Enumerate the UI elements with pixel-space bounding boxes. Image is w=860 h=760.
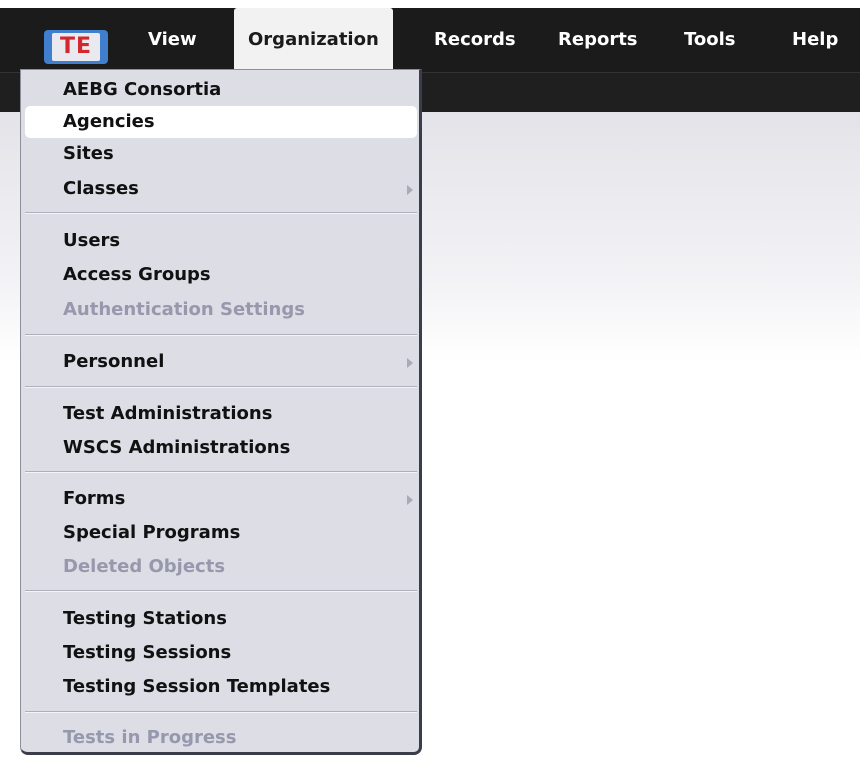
menu-records[interactable]: Records	[434, 8, 516, 72]
menu-help[interactable]: Help	[792, 8, 838, 72]
menu-item-special-programs[interactable]: Special Programs	[25, 517, 417, 549]
menu-item-aebg-consortia[interactable]: AEBG Consortia	[25, 74, 417, 106]
menu-item-test-administrations[interactable]: Test Administrations	[25, 398, 417, 430]
menu-item-access-groups[interactable]: Access Groups	[25, 259, 417, 291]
menu-separator	[25, 334, 417, 336]
app-logo[interactable]: TE	[44, 30, 108, 64]
menu-item-tests-in-progress: Tests in Progress	[63, 727, 237, 748]
organization-dropdown-menu: AEBG Consortia Agencies Sites Classes Us…	[20, 69, 422, 755]
menu-separator	[25, 386, 417, 388]
menu-separator	[25, 711, 417, 713]
menu-separator	[25, 471, 417, 473]
menu-item-forms[interactable]: Forms	[25, 483, 417, 515]
menu-view[interactable]: View	[148, 8, 197, 72]
submenu-arrow-icon	[407, 495, 413, 505]
menu-tools[interactable]: Tools	[684, 8, 736, 72]
menu-item-label: Classes	[63, 178, 139, 199]
top-strip	[0, 0, 860, 8]
menu-organization[interactable]: Organization	[234, 8, 393, 72]
menu-item-classes[interactable]: Classes	[25, 173, 417, 205]
menu-item-label: Personnel	[63, 351, 165, 372]
submenu-arrow-icon	[407, 185, 413, 195]
submenu-arrow-icon	[407, 358, 413, 368]
menu-separator	[25, 212, 417, 214]
menu-item-personnel[interactable]: Personnel	[25, 346, 417, 378]
menu-bar: TE View Organization Records Reports Too…	[0, 8, 860, 72]
menu-item-label: Forms	[63, 488, 126, 509]
logo-text: TE	[52, 33, 100, 61]
menu-item-sites[interactable]: Sites	[25, 138, 417, 170]
menu-item-wscs-administrations[interactable]: WSCS Administrations	[25, 432, 417, 464]
menu-item-testing-stations[interactable]: Testing Stations	[25, 603, 417, 635]
menu-item-agencies[interactable]: Agencies	[25, 106, 417, 138]
menu-item-testing-session-templates[interactable]: Testing Session Templates	[25, 671, 417, 703]
menu-item-testing-sessions[interactable]: Testing Sessions	[25, 637, 417, 669]
menu-item-deleted-objects: Deleted Objects	[63, 556, 226, 577]
menu-reports[interactable]: Reports	[558, 8, 638, 72]
menu-item-authentication-settings: Authentication Settings	[63, 299, 305, 320]
menu-item-users[interactable]: Users	[25, 225, 417, 257]
menu-separator	[25, 590, 417, 592]
